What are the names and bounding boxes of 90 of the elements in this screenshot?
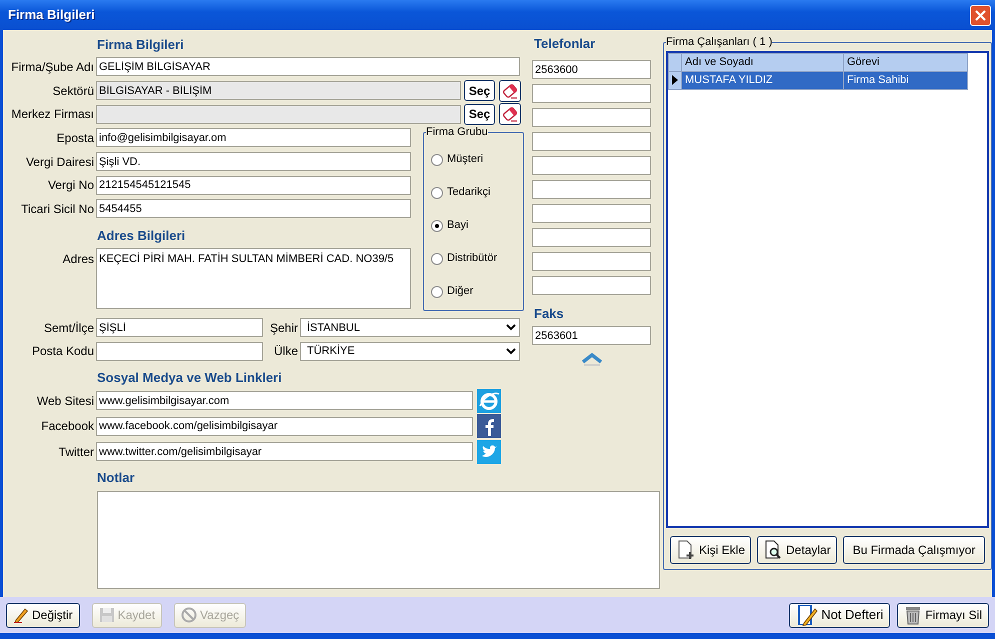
text-field[interactable]: info@gelisimbilgisayar.om [96, 128, 411, 148]
text-field[interactable]: 5454455 [96, 199, 411, 218]
row-pointer-icon [672, 75, 678, 86]
field-label: Web Sitesi [36, 392, 95, 410]
eraser-icon [502, 82, 518, 99]
group-title: Firma Grubu [426, 126, 488, 138]
pencil-icon [13, 607, 29, 623]
field-label: Posta Kodu [30, 343, 95, 360]
close-button[interactable] [970, 4, 991, 26]
field-label: Facebook [40, 418, 95, 436]
link-field[interactable]: www.twitter.com/gelisimbilgisayar [96, 442, 473, 462]
fax-field[interactable]: 2563601 [532, 326, 651, 345]
picker-field[interactable] [96, 104, 461, 124]
table-row[interactable]: MUSTAFA YILDIZ Firma Sahibi [668, 72, 968, 90]
grid-header-cell [668, 54, 682, 72]
notebook-icon [796, 604, 818, 626]
address-field[interactable]: KEÇECİ PİRİ MAH. FATİH SULTAN MİMBERİ CAD. NO39/5 [96, 248, 411, 309]
window-title: Firma Bilgileri [8, 6, 95, 24]
column-header[interactable]: Adı ve Soyadı [682, 54, 844, 72]
toolbar-button[interactable]: Firmayı Sil [897, 602, 989, 628]
radio-button[interactable] [431, 186, 443, 199]
bird-icon [477, 440, 501, 464]
field-label: Vergi No [46, 177, 95, 194]
employee-button[interactable]: Bu Firmada Çalışmıyor [842, 536, 986, 564]
option-label[interactable]: Diğer [447, 283, 474, 300]
select-button[interactable]: Seç [464, 104, 495, 125]
country-select[interactable]: TÜRKİYE [300, 342, 520, 361]
field-label: Eposta [56, 130, 95, 147]
eraser-icon [502, 106, 518, 122]
text-field[interactable]: 212154545121545 [96, 176, 411, 195]
clear-button[interactable] [499, 103, 521, 126]
field-label: Adres [62, 250, 95, 268]
phone-field[interactable] [532, 132, 651, 151]
radio-button[interactable] [431, 252, 443, 265]
field-label: Ticari Sicil No [20, 200, 95, 218]
phone-field[interactable] [532, 84, 651, 103]
phone-field[interactable] [532, 252, 651, 271]
section-heading: Sosyal Medya ve Web Linkleri [97, 369, 283, 388]
notes-field[interactable] [97, 490, 660, 589]
toolbar-button[interactable]: Değiştir [6, 602, 80, 628]
field-label: Merkez Firması [10, 106, 95, 124]
floppy-icon [98, 607, 115, 623]
radio-button[interactable] [431, 154, 443, 166]
panel-title: Firma Çalışanları ( 1 ) [666, 36, 772, 48]
select-button[interactable]: Seç [464, 80, 495, 102]
employee-button[interactable]: Kişi Ekle [670, 536, 752, 564]
link-field[interactable]: www.facebook.com/gelisimbilgisayar [96, 416, 473, 436]
field-label: Ülke [272, 343, 299, 360]
field-label: Semt/İlçe [42, 320, 95, 337]
add-document-icon [676, 540, 696, 560]
section-heading: Notlar [97, 468, 136, 487]
section-heading: Adres Bilgileri [97, 226, 186, 245]
option-label[interactable]: Tedarikçi [447, 184, 490, 201]
phone-field[interactable] [532, 276, 651, 295]
option-label[interactable]: Distribütör [447, 250, 498, 267]
toolbar-button[interactable]: Not Defteri [789, 602, 890, 628]
phone-field[interactable] [532, 204, 651, 223]
trash-icon [904, 605, 922, 625]
option-label[interactable]: Müşteri [447, 151, 484, 168]
column-header[interactable]: Görevi [844, 54, 968, 72]
radio-button[interactable] [431, 220, 443, 232]
section-heading: Telefonlar [534, 35, 596, 53]
phone-field[interactable] [532, 180, 651, 199]
browser-icon [477, 388, 501, 413]
phone-field[interactable]: 2563600 [532, 60, 651, 79]
field-label: Firma/Şube Adı [10, 58, 95, 76]
table-cell: Firma Sahibi [844, 72, 968, 90]
section-heading: Faks [534, 305, 565, 323]
chevron-up-icon [582, 352, 602, 366]
field-label: Sektörü [52, 82, 95, 100]
phone-field[interactable] [532, 228, 651, 247]
city-select[interactable]: İSTANBUL [300, 318, 520, 338]
phone-field[interactable] [532, 108, 651, 127]
no-entry-icon [181, 607, 198, 623]
link-field[interactable]: www.gelisimbilgisayar.com [96, 391, 473, 410]
employee-button[interactable]: Detaylar [757, 536, 837, 564]
field-label: Twitter [58, 444, 95, 461]
phone-field[interactable] [532, 156, 651, 175]
postal-code-field[interactable] [96, 342, 263, 361]
magnifier-document-icon [763, 540, 784, 560]
radio-button[interactable] [431, 286, 443, 298]
table-cell: MUSTAFA YILDIZ [682, 72, 844, 90]
facebook-icon [477, 414, 501, 438]
field-label: Şehir [268, 320, 299, 337]
section-heading: Firma Bilgileri [97, 36, 185, 54]
clear-button[interactable] [499, 80, 521, 102]
close-icon [975, 10, 986, 20]
text-field[interactable]: Şişli VD. [96, 152, 411, 172]
option-label[interactable]: Bayi [447, 217, 468, 234]
field-label: Vergi Dairesi [24, 154, 95, 171]
